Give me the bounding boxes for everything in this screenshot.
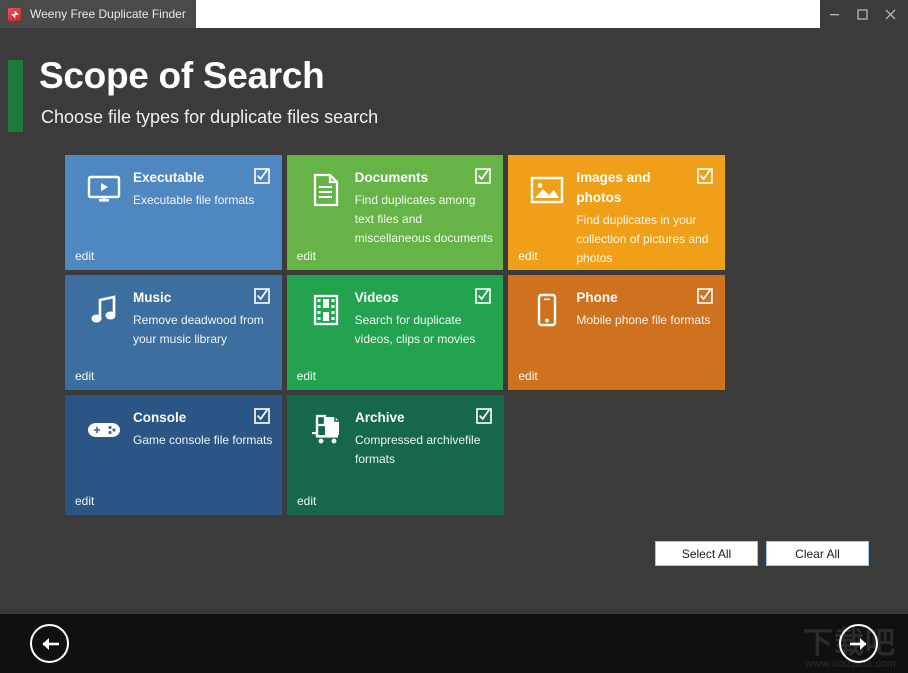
- tile-archive[interactable]: Archive Compressed archivefile formats e…: [287, 395, 504, 515]
- tile-edit-link[interactable]: edit: [518, 249, 537, 263]
- page-header: Scope of Search Choose file types for du…: [0, 28, 908, 140]
- file-type-tiles: Executable Executable file formats edit: [65, 155, 726, 520]
- smartphone-icon: [526, 289, 568, 331]
- tile-title: Phone: [576, 290, 618, 305]
- tile-title: Executable: [133, 170, 205, 185]
- select-all-button[interactable]: Select All: [655, 541, 758, 566]
- picture-icon: [526, 169, 568, 211]
- tile-description: Remove deadwood from your music library: [133, 313, 264, 346]
- next-button[interactable]: [839, 624, 878, 663]
- tile-edit-link[interactable]: edit: [297, 494, 316, 508]
- tile-title: Images and photos: [576, 170, 651, 205]
- tile-music[interactable]: Music Remove deadwood from your music li…: [65, 275, 282, 390]
- tile-description: Find duplicates in your collection of pi…: [576, 213, 709, 265]
- title-bar: Weeny Free Duplicate Finder: [0, 0, 908, 28]
- tile-description: Compressed archivefile formats: [355, 433, 481, 466]
- back-button[interactable]: [30, 624, 69, 663]
- tile-row: Music Remove deadwood from your music li…: [65, 275, 726, 390]
- clear-all-button[interactable]: Clear All: [766, 541, 869, 566]
- header-accent-bar: [8, 60, 23, 132]
- tile-description: Game console file formats: [133, 433, 273, 447]
- tile-executable[interactable]: Executable Executable file formats edit: [65, 155, 282, 270]
- page-subtitle: Choose file types for duplicate files se…: [41, 107, 379, 127]
- tile-checkbox[interactable]: [697, 288, 713, 304]
- monitor-play-icon: [83, 169, 125, 211]
- tile-description: Search for duplicate videos, clips or mo…: [354, 313, 476, 346]
- app-icon: [7, 6, 22, 22]
- tile-edit-link[interactable]: edit: [75, 249, 94, 263]
- tile-title: Music: [133, 290, 172, 305]
- tile-checkbox[interactable]: [253, 168, 270, 184]
- tile-title: Console: [133, 410, 187, 425]
- tab-empty-area: [195, 0, 908, 28]
- tile-edit-link[interactable]: edit: [518, 369, 537, 383]
- tile-checkbox[interactable]: [475, 288, 492, 304]
- close-icon[interactable]: [876, 0, 904, 28]
- gamepad-icon: [83, 409, 125, 451]
- tile-checkbox[interactable]: [254, 408, 270, 424]
- tile-console[interactable]: Console Game console file formats edit: [65, 395, 282, 515]
- tile-description: Mobile phone file formats: [576, 313, 711, 327]
- tile-edit-link[interactable]: edit: [297, 369, 316, 383]
- tile-videos[interactable]: Videos Search for duplicate videos, clip…: [286, 275, 504, 390]
- archive-cart-icon: [305, 409, 347, 451]
- tile-checkbox[interactable]: [475, 168, 492, 184]
- page-title: Scope of Search: [39, 55, 325, 96]
- tile-title: Archive: [355, 410, 405, 425]
- tile-row: Console Game console file formats edit A…: [65, 395, 725, 515]
- tile-title: Videos: [354, 290, 399, 305]
- tile-documents[interactable]: Documents Find duplicates among text fil…: [286, 155, 504, 270]
- tile-description: Find duplicates among text files and mis…: [354, 193, 493, 245]
- tile-edit-link[interactable]: edit: [75, 369, 94, 383]
- tile-edit-link[interactable]: edit: [297, 249, 316, 263]
- arrow-right-icon: [849, 637, 866, 650]
- document-icon: [305, 169, 347, 211]
- arrow-left-icon: [42, 637, 59, 650]
- action-buttons: Select All Clear All: [655, 541, 869, 566]
- tile-title: Documents: [354, 170, 429, 185]
- window-tab[interactable]: Weeny Free Duplicate Finder: [0, 0, 196, 28]
- maximize-icon[interactable]: [848, 0, 876, 28]
- film-strip-icon: [305, 289, 347, 331]
- tile-description: Executable file formats: [133, 193, 255, 207]
- minimize-icon[interactable]: [820, 0, 848, 28]
- music-note-icon: [83, 289, 125, 331]
- tile-checkbox[interactable]: [697, 168, 713, 184]
- window-title: Weeny Free Duplicate Finder: [30, 7, 186, 21]
- tile-row: Executable Executable file formats edit: [65, 155, 726, 270]
- tile-checkbox[interactable]: [476, 408, 492, 424]
- tile-edit-link[interactable]: edit: [75, 494, 94, 508]
- bottom-navigation-bar: 下载吧 www.xiazaiba.com: [0, 614, 908, 673]
- window-controls: [820, 0, 908, 28]
- tile-phone[interactable]: Phone Mobile phone file formats edit: [508, 275, 726, 390]
- tile-images-and-photos[interactable]: Images and photos Find duplicates in you…: [508, 155, 726, 270]
- tile-checkbox[interactable]: [253, 288, 270, 304]
